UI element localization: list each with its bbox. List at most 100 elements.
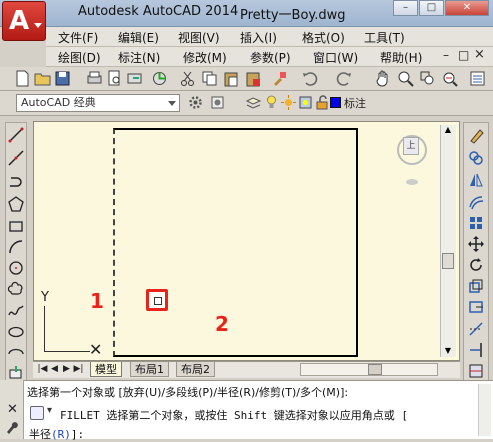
command-history-line1: 选择第一个对象或 [放弃(U)/多段线(P)/半径(R)/修剪(T)/多个(M)… <box>27 386 349 399</box>
print-icon[interactable] <box>85 69 104 88</box>
document-title: Pretty一Boy.dwg <box>240 8 346 23</box>
zoom-window-icon[interactable] <box>418 69 437 88</box>
command-prompt-icon <box>30 406 44 420</box>
menu-format[interactable]: 格式(O) <box>302 29 345 46</box>
application-menu-button[interactable]: A <box>2 1 46 41</box>
break-icon[interactable] <box>467 362 485 380</box>
horizontal-scroll-thumb[interactable] <box>368 364 382 375</box>
menu-edit[interactable]: 编辑(E) <box>118 29 159 46</box>
command-option-prefix: 半径 <box>29 428 51 441</box>
line-icon[interactable] <box>7 126 25 144</box>
move-icon[interactable] <box>467 235 485 253</box>
pickbox-cursor-icon <box>146 289 168 311</box>
close-button[interactable]: ✕ <box>445 0 489 16</box>
zoom-realtime-icon[interactable] <box>396 69 415 88</box>
tab-first-icon[interactable]: |◀ <box>37 363 48 375</box>
command-prompt-line3: 半径(R)]: <box>29 426 84 442</box>
menu-modify[interactable]: 修改(M) <box>183 49 227 66</box>
properties-icon[interactable] <box>468 69 487 88</box>
workspace-dropdown[interactable]: AutoCAD 经典 <box>16 94 180 112</box>
rotate-icon[interactable] <box>467 256 485 274</box>
spline-icon[interactable] <box>7 302 25 320</box>
ucs-y-label: Y <box>41 290 49 305</box>
tab-model[interactable]: 模型 <box>90 362 122 377</box>
tab-layout2[interactable]: 布局2 <box>176 362 215 377</box>
doc-close-button[interactable]: × <box>474 47 485 62</box>
ucs-x-axis <box>44 351 90 352</box>
offset-icon[interactable] <box>467 193 485 211</box>
autocad-logo-icon: A <box>9 6 30 36</box>
standard-toolbar <box>0 67 493 91</box>
zoom-previous-icon[interactable] <box>440 69 459 88</box>
drawn-rectangle <box>113 128 358 357</box>
menu-draw[interactable]: 绘图(D) <box>58 49 101 66</box>
cut-icon[interactable] <box>178 69 197 88</box>
menu-dimension[interactable]: 标注(N) <box>118 49 160 66</box>
close-icon[interactable]: ✕ <box>7 402 18 417</box>
match-properties-icon[interactable] <box>270 69 289 88</box>
redo-icon[interactable] <box>335 69 354 88</box>
construction-line-icon[interactable] <box>7 149 25 167</box>
mirror-icon[interactable] <box>467 171 485 189</box>
ucs-y-axis <box>44 306 45 352</box>
tab-prev-icon[interactable]: ◀ <box>49 363 60 375</box>
pan-hand-icon[interactable] <box>374 69 393 88</box>
rectangle-icon[interactable] <box>7 217 25 235</box>
doc-minimize-button[interactable]: – <box>443 48 449 62</box>
new-file-icon[interactable] <box>13 69 32 88</box>
plot-preview-icon[interactable] <box>105 69 124 88</box>
menu-insert[interactable]: 插入(I) <box>240 29 277 46</box>
doc-restore-button[interactable]: □ <box>458 48 469 62</box>
paste-block-icon[interactable] <box>244 69 263 88</box>
scroll-up-arrow-icon[interactable]: ▲ <box>442 125 454 135</box>
scale-icon[interactable] <box>467 277 485 295</box>
3d-dwf-icon[interactable] <box>150 69 169 88</box>
menu-window[interactable]: 窗口(W) <box>313 49 358 66</box>
erase-icon[interactable] <box>467 127 485 145</box>
customize-icon[interactable] <box>208 93 227 112</box>
polygon-icon[interactable] <box>7 195 25 213</box>
menu-parametric[interactable]: 参数(P) <box>250 49 291 66</box>
scroll-down-arrow-icon[interactable]: ▼ <box>442 346 454 356</box>
save-icon[interactable] <box>53 69 72 88</box>
ellipse-icon[interactable] <box>7 323 25 341</box>
command-option-radius[interactable]: (R) <box>51 428 71 441</box>
tab-layout1[interactable]: 布局1 <box>130 362 169 377</box>
layer-manager-icon[interactable] <box>244 93 263 112</box>
viewcube-top-face[interactable]: 上 <box>403 137 419 155</box>
chevron-down-icon[interactable]: ▾ <box>47 405 52 416</box>
command-scrollbar[interactable] <box>478 384 491 436</box>
menu-view[interactable]: 视图(V) <box>178 29 220 46</box>
paste-icon[interactable] <box>222 69 241 88</box>
menu-help[interactable]: 帮助(H) <box>380 49 422 66</box>
chevron-down-icon <box>168 101 176 106</box>
workspace-settings-icon[interactable] <box>186 93 205 112</box>
app-title: Autodesk AutoCAD 2014 <box>78 4 239 19</box>
wrench-icon[interactable] <box>6 420 18 439</box>
command-window-sidebar: ✕ <box>0 380 24 439</box>
publish-icon[interactable] <box>125 69 144 88</box>
tab-next-icon[interactable]: ▶ <box>61 363 72 375</box>
vertical-scroll-thumb[interactable] <box>442 253 454 269</box>
polyline-icon[interactable] <box>7 172 25 190</box>
revision-cloud-icon[interactable] <box>7 280 25 298</box>
menu-tools[interactable]: 工具(T) <box>364 29 405 46</box>
copy-icon[interactable] <box>200 69 219 88</box>
open-folder-icon[interactable] <box>33 69 52 88</box>
extend-icon[interactable] <box>467 341 485 359</box>
menu-file[interactable]: 文件(F) <box>58 29 98 46</box>
maximize-button[interactable]: □ <box>419 0 444 16</box>
ellipse-arc-icon[interactable] <box>7 344 25 362</box>
array-icon[interactable] <box>467 214 485 232</box>
circle-icon[interactable] <box>7 259 25 277</box>
vertical-scrollbar[interactable] <box>440 125 456 357</box>
layer-color-swatch <box>330 97 341 108</box>
command-prompt-line: FILLET 选择第二个对象，或按住 Shift 键选择对象以应用角点或 [ <box>60 409 408 422</box>
arc-icon[interactable] <box>7 238 25 256</box>
tab-last-icon[interactable]: ▶| <box>73 363 84 375</box>
copy-object-icon[interactable] <box>467 149 485 167</box>
minimize-button[interactable]: – <box>393 0 418 16</box>
undo-icon[interactable] <box>300 69 319 88</box>
stretch-icon[interactable] <box>467 298 485 316</box>
trim-icon[interactable] <box>467 320 485 338</box>
